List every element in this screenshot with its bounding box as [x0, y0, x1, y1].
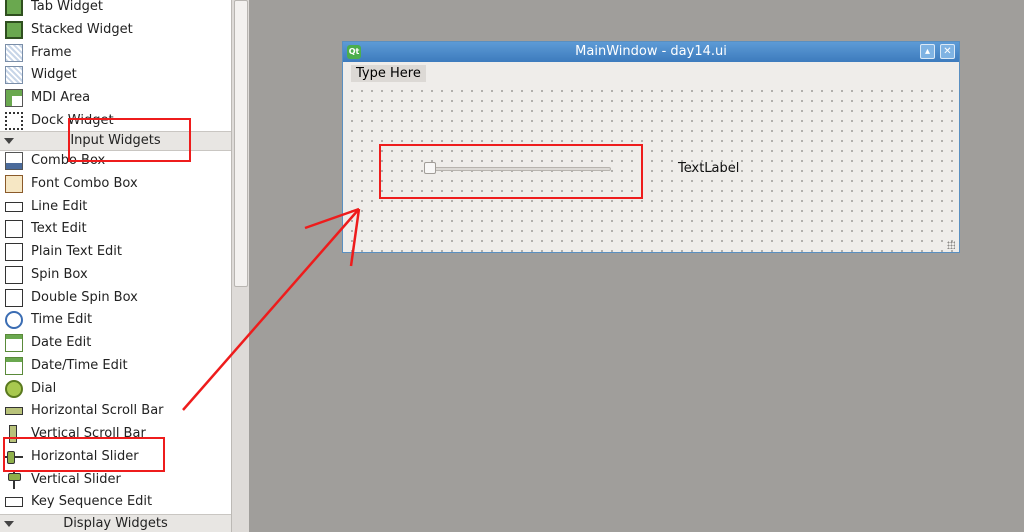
- annotation-box-input-widgets: [68, 118, 191, 162]
- window-title: MainWindow - day14.ui: [575, 44, 727, 59]
- key-sequence-edit-icon: [5, 497, 23, 508]
- date-edit-icon: [5, 334, 23, 352]
- size-grip[interactable]: [947, 241, 955, 249]
- plain-text-edit-icon: [5, 243, 23, 261]
- widget-item-frame[interactable]: Frame: [0, 42, 231, 64]
- widget-item-label: Widget: [31, 67, 77, 83]
- widget-item-label: Horizontal Scroll Bar: [31, 403, 164, 419]
- widget-item-mdi-area[interactable]: MDI Area: [0, 87, 231, 109]
- frame-icon: [5, 43, 23, 62]
- spin-box-icon: [5, 265, 23, 284]
- widget-item-line-edit[interactable]: Line Edit: [0, 196, 231, 218]
- tab-widget-icon: [5, 0, 23, 16]
- text-label[interactable]: TextLabel: [678, 161, 739, 177]
- mdi-area-icon: [5, 89, 23, 107]
- close-button[interactable]: ✕: [940, 44, 955, 59]
- annotation-box-slider-widget: [379, 144, 643, 199]
- widget-item-label: Font Combo Box: [31, 175, 138, 191]
- combo-box-icon: [5, 152, 23, 170]
- horizontal-scroll-bar-icon: [5, 407, 23, 416]
- widget-item-label: Spin Box: [31, 266, 88, 282]
- slider-knob-icon: [8, 472, 21, 481]
- chevron-up-icon: ▴: [924, 46, 931, 57]
- widget-item-time-edit[interactable]: Time Edit: [0, 309, 231, 331]
- widget-item-label: Dial: [31, 380, 57, 396]
- widget-item-tab-widget[interactable]: Tab Widget: [0, 0, 231, 18]
- widget-icon: [5, 66, 23, 85]
- widget-item-label: Key Sequence Edit: [31, 494, 153, 510]
- widget-item-double-spin-box[interactable]: Double Spin Box: [0, 287, 231, 309]
- menu-bar: Type Here: [343, 62, 959, 82]
- widget-item-label: Vertical Slider: [31, 471, 121, 487]
- widget-item-label: Time Edit: [31, 312, 93, 328]
- widget-item-text-edit[interactable]: Text Edit: [0, 218, 231, 240]
- window-titlebar[interactable]: Qt MainWindow - day14.ui ▴ ✕: [343, 42, 959, 62]
- widget-item-label: Frame: [31, 44, 72, 60]
- widget-box-scrollbar[interactable]: [231, 0, 249, 532]
- widget-item-label: Text Edit: [31, 221, 87, 237]
- category-label: Display Widgets: [63, 516, 168, 531]
- widget-item-label: Plain Text Edit: [31, 244, 122, 259]
- close-icon: ✕: [943, 46, 952, 57]
- dock-widget-icon: [5, 111, 23, 130]
- widget-item-plain-text-edit[interactable]: Plain Text Edit: [0, 241, 231, 263]
- widget-item-label: Date Edit: [31, 335, 92, 350]
- widget-item-label: Line Edit: [31, 198, 88, 214]
- annotation-box-horizontal-slider: [3, 437, 165, 472]
- dial-icon: [5, 379, 23, 398]
- text-edit-icon: [5, 220, 23, 239]
- widget-item-dial[interactable]: Dial: [0, 378, 231, 400]
- stacked-widget-icon: [5, 20, 23, 39]
- widget-item-label: Date/Time Edit: [31, 357, 128, 373]
- widget-item-date-edit[interactable]: Date Edit: [0, 332, 231, 354]
- date-time-edit-icon: [5, 356, 23, 375]
- widget-item-stacked-widget[interactable]: Stacked Widget: [0, 19, 231, 41]
- line-edit-icon: [5, 201, 23, 212]
- widget-item-font-combo-box[interactable]: Font Combo Box: [0, 173, 231, 195]
- widget-item-label: Tab Widget: [31, 0, 103, 14]
- widget-item-horizontal-scroll-bar[interactable]: Horizontal Scroll Bar: [0, 400, 231, 422]
- menu-type-here[interactable]: Type Here: [351, 65, 426, 82]
- double-spin-box-icon: [5, 288, 23, 307]
- widget-item-date-time-edit[interactable]: Date/Time Edit: [0, 355, 231, 377]
- time-edit-icon: [5, 311, 23, 330]
- widget-item-spin-box[interactable]: Spin Box: [0, 264, 231, 286]
- widget-item-label: Double Spin Box: [31, 289, 138, 305]
- widget-item-label: MDI Area: [31, 90, 91, 105]
- maximize-button[interactable]: ▴: [920, 44, 935, 59]
- widget-item-label: Stacked Widget: [31, 21, 133, 37]
- vertical-slider-icon: [5, 470, 23, 489]
- scrollbar-thumb[interactable]: [234, 0, 248, 287]
- category-display-widgets[interactable]: Display Widgets: [0, 514, 231, 532]
- widget-item-widget[interactable]: Widget: [0, 64, 231, 86]
- widget-item-key-sequence-edit[interactable]: Key Sequence Edit: [0, 491, 231, 513]
- font-combo-box-icon: [5, 174, 23, 193]
